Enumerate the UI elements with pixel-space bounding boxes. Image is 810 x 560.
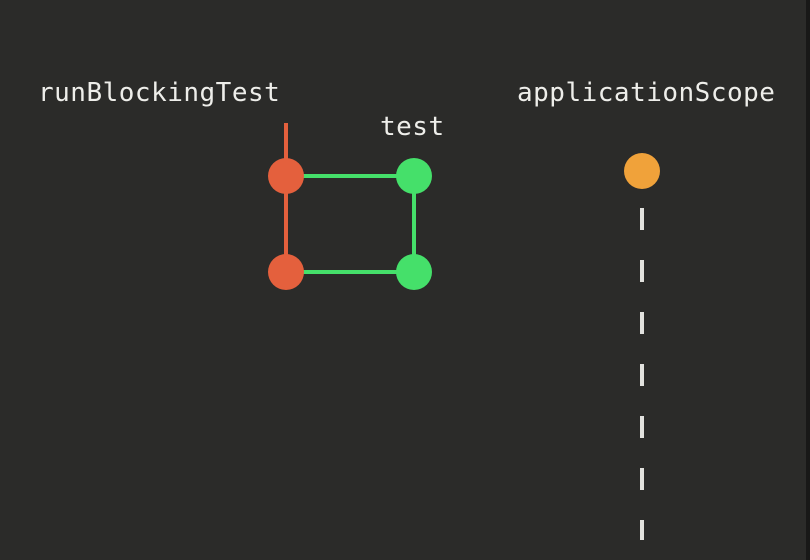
- run-blocking-test-end-node: [268, 254, 304, 290]
- coroutine-diagram: [268, 123, 660, 540]
- application-scope-node: [624, 153, 660, 189]
- test-end-node: [396, 254, 432, 290]
- diagram-canvas: runBlockingTest test applicationScope: [0, 0, 810, 560]
- right-edge-strip: [806, 0, 810, 560]
- run-blocking-test-start-node: [268, 158, 304, 194]
- test-start-node: [396, 158, 432, 194]
